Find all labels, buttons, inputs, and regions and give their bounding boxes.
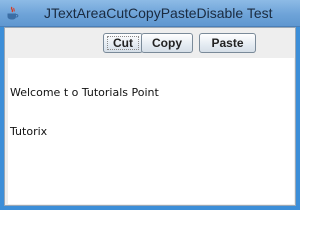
text-line: Welcome t o Tutorials Point [10,86,159,99]
content-pane: Cut Copy Paste Welcome t o Tutorials Poi… [4,27,296,206]
application-window: JTextAreaCutCopyPasteDisable Test Cut Co… [0,0,300,210]
button-panel: Cut Copy Paste [5,28,295,58]
cut-button[interactable]: Cut [103,33,143,53]
paste-button[interactable]: Paste [199,33,256,53]
java-cup-icon[interactable] [5,6,20,21]
text-area[interactable]: Welcome t o Tutorials Point Tutorix [8,58,294,204]
copy-button[interactable]: Copy [141,33,193,53]
text-line: Tutorix [10,125,48,138]
window-title: JTextAreaCutCopyPasteDisable Test [44,5,273,21]
title-bar[interactable]: JTextAreaCutCopyPasteDisable Test [0,0,300,27]
